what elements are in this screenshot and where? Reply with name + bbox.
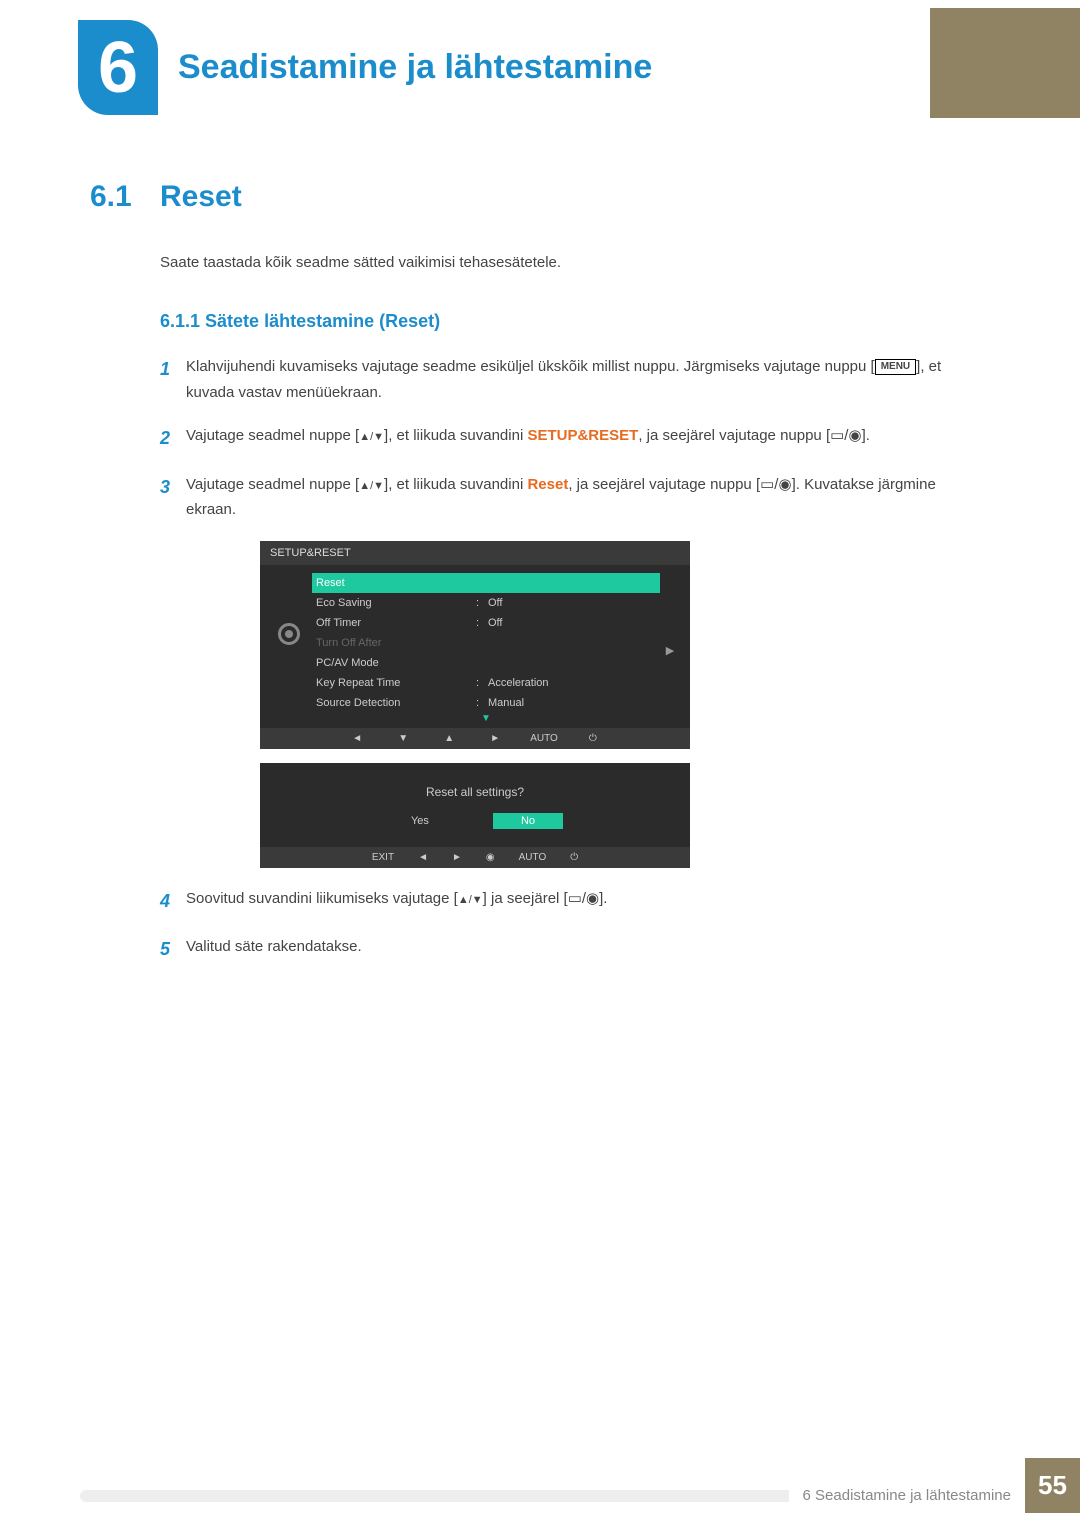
osd-submenu-arrow-icon: ▶ <box>660 573 680 728</box>
chapter-title: Seadistamine ja lähtestamine <box>178 48 652 87</box>
step-3: 3 Vajutage seadmel nuppe [▲/▼], et liiku… <box>160 472 970 523</box>
nav-right-icon: ► <box>484 733 506 744</box>
footer-decorative-bar <box>80 1490 789 1502</box>
osd-item-value: Off <box>488 597 656 609</box>
page-footer: 6 Seadistamine ja lähtestamine 55 <box>80 1458 1080 1513</box>
enter-icon: ◉ <box>486 852 495 863</box>
highlight-setup-reset: SETUP&RESET <box>527 427 638 444</box>
step-number: 3 <box>160 472 186 523</box>
step-4: 4 Soovitud suvandini liikumiseks vajutag… <box>160 886 970 917</box>
nav-right-icon: ► <box>452 852 462 863</box>
step-5: 5 Valitud säte rakendatakse. <box>160 934 970 965</box>
nav-down-icon: ▼ <box>392 733 414 744</box>
step-body: Klahvijuhendi kuvamiseks vajutage seadme… <box>186 354 970 405</box>
osd-item-value: Off <box>488 617 656 629</box>
subsection-heading: 6.1.1 Sätete lähtestamine (Reset) <box>160 311 970 332</box>
nav-up-icon: ▲ <box>438 733 460 744</box>
gear-icon <box>278 623 300 645</box>
step-1: 1 Klahvijuhendi kuvamiseks vajutage sead… <box>160 354 970 405</box>
osd-screenshot-area: SETUP&RESET Reset Eco Saving : Off <box>260 541 690 868</box>
osd-item-reset: Reset <box>312 573 660 593</box>
osd-item-label: Reset <box>316 577 476 589</box>
exit-label: EXIT <box>372 852 394 863</box>
step-text: ], et liikuda suvandini <box>384 427 527 444</box>
step-number: 4 <box>160 886 186 917</box>
nav-left-icon: ◄ <box>418 852 428 863</box>
osd-item-pc-av-mode: PC/AV Mode <box>312 653 660 673</box>
top-decorative-band <box>930 8 1080 118</box>
step-text: ], et liikuda suvandini <box>384 476 527 493</box>
step-text: , ja seejärel vajutage nuppu [ <box>568 476 760 493</box>
osd-title: SETUP&RESET <box>260 541 690 565</box>
page-content: 6.1 Reset Saate taastada kõik seadme sät… <box>90 180 970 983</box>
osd-footer-bar: ◄ ▼ ▲ ► AUTO ⏻ <box>260 728 690 749</box>
step-number: 5 <box>160 934 186 965</box>
source-enter-icon: ▭/◉ <box>830 427 861 444</box>
up-down-triangle-icon: ▲/▼ <box>359 480 384 492</box>
power-icon: ⏻ <box>570 852 578 863</box>
step-text: ] ja seejärel [ <box>483 890 568 907</box>
section-number: 6.1 <box>90 180 160 214</box>
step-2: 2 Vajutage seadmel nuppe [▲/▼], et liiku… <box>160 423 970 454</box>
confirm-footer-bar: EXIT ◄ ► ◉ AUTO ⏻ <box>260 847 690 868</box>
step-body: Vajutage seadmel nuppe [▲/▼], et liikuda… <box>186 472 970 523</box>
osd-item-label: PC/AV Mode <box>316 657 476 669</box>
nav-left-icon: ◄ <box>346 733 368 744</box>
osd-item-label: Eco Saving <box>316 597 476 609</box>
step-body: Valitud säte rakendatakse. <box>186 934 970 965</box>
osd-item-label: Turn Off After <box>316 637 476 649</box>
osd-item-label: Key Repeat Time <box>316 677 476 689</box>
step-body: Vajutage seadmel nuppe [▲/▼], et liikuda… <box>186 423 970 454</box>
confirm-question: Reset all settings? <box>260 763 690 813</box>
osd-item-label: Off Timer <box>316 617 476 629</box>
step-text: Soovitud suvandini liikumiseks vajutage … <box>186 890 458 907</box>
osd-item-label: Source Detection <box>316 697 476 709</box>
section-title: Reset <box>160 180 242 214</box>
nav-auto-label: AUTO <box>519 852 547 863</box>
power-icon: ⏻ <box>582 733 604 744</box>
chapter-number-badge: 6 <box>78 20 158 115</box>
step-text: , ja seejärel vajutage nuppu [ <box>638 427 830 444</box>
osd-item-eco-saving: Eco Saving : Off <box>312 593 660 613</box>
osd-category-icon-col <box>266 573 312 728</box>
confirm-dialog: Reset all settings? Yes No EXIT ◄ ► ◉ AU… <box>260 763 690 868</box>
osd-item-source-detection: Source Detection : Manual <box>312 693 660 713</box>
step-body: Soovitud suvandini liikumiseks vajutage … <box>186 886 970 917</box>
section-intro: Saate taastada kõik seadme sätted vaikim… <box>160 254 970 271</box>
steps-list: 1 Klahvijuhendi kuvamiseks vajutage sead… <box>160 354 970 965</box>
osd-item-value: Manual <box>488 697 656 709</box>
chapter-header: 6 Seadistamine ja lähtestamine <box>78 20 652 115</box>
osd-item-key-repeat: Key Repeat Time : Acceleration <box>312 673 660 693</box>
highlight-reset: Reset <box>527 476 568 493</box>
step-text: ]. <box>862 427 870 444</box>
confirm-no-button: No <box>493 813 563 829</box>
up-down-triangle-icon: ▲/▼ <box>359 431 384 443</box>
section-heading: 6.1 Reset <box>90 180 970 214</box>
nav-auto-label: AUTO <box>530 733 558 744</box>
osd-menu: SETUP&RESET Reset Eco Saving : Off <box>260 541 690 749</box>
menu-key-icon: MENU <box>875 359 916 375</box>
source-enter-icon: ▭/◉ <box>760 476 791 493</box>
osd-item-list: Reset Eco Saving : Off Off Timer : Off <box>312 573 660 728</box>
step-text: Valitud säte rakendatakse. <box>186 938 362 955</box>
step-text: Vajutage seadmel nuppe [ <box>186 476 359 493</box>
osd-item-value: Acceleration <box>488 677 656 689</box>
step-text: Vajutage seadmel nuppe [ <box>186 427 359 444</box>
step-text: Klahvijuhendi kuvamiseks vajutage seadme… <box>186 358 875 375</box>
osd-item-off-timer: Off Timer : Off <box>312 613 660 633</box>
page-number: 55 <box>1025 1458 1080 1513</box>
osd-scroll-down-icon: ▼ <box>312 713 660 728</box>
footer-chapter-label: 6 Seadistamine ja lähtestamine <box>789 1487 1025 1504</box>
step-number: 1 <box>160 354 186 405</box>
step-number: 2 <box>160 423 186 454</box>
confirm-yes-button: Yes <box>387 813 453 829</box>
up-down-triangle-icon: ▲/▼ <box>458 894 483 906</box>
source-enter-icon: ▭/◉ <box>568 890 599 907</box>
osd-item-turn-off-after: Turn Off After <box>312 633 660 653</box>
step-text: ]. <box>599 890 607 907</box>
